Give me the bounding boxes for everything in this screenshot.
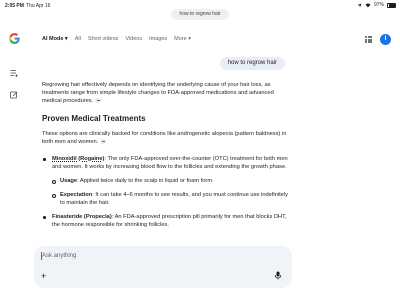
section-heading: Proven Medical Treatments: [42, 114, 146, 123]
mic-icon[interactable]: [274, 271, 282, 280]
list-item: Finasteride (Propecia): An FDA-approved …: [42, 213, 292, 229]
new-chat-icon[interactable]: [9, 90, 19, 100]
citation-link-icon[interactable]: [100, 139, 107, 144]
plus-icon[interactable]: +: [41, 272, 49, 281]
battery-icon: [387, 2, 396, 8]
history-icon[interactable]: [9, 68, 19, 78]
tab-more[interactable]: More ▾: [174, 36, 191, 42]
status-time: 2:05 PM: [5, 3, 24, 9]
section-intro: These options are clinically backed for …: [42, 131, 287, 145]
google-logo[interactable]: [8, 32, 21, 46]
location-icon: [357, 3, 362, 7]
list-item: Minoxidil (Rogaine): The only FDA-approv…: [42, 155, 292, 207]
avatar[interactable]: I: [380, 34, 391, 45]
status-indicators: 97%: [357, 2, 396, 8]
citation-link-icon[interactable]: [95, 98, 102, 103]
apps-grid-icon[interactable]: [365, 36, 372, 43]
tab-videos[interactable]: Videos: [125, 36, 142, 42]
tab-images[interactable]: Images: [149, 36, 167, 42]
item-title: Finasteride (Propecia): [52, 214, 112, 220]
sub-list: Usage: Applied twice daily to the scalp …: [52, 177, 292, 207]
search-tabs: AI Mode ▾ All Short videos Videos Images…: [42, 33, 198, 45]
tab-short-videos[interactable]: Short videos: [88, 36, 119, 42]
battery-percent: 97%: [373, 2, 384, 8]
google-g-icon: [9, 33, 20, 44]
wifi-icon: [365, 3, 371, 7]
ask-input[interactable]: Ask anything: [42, 253, 76, 259]
treatment-list: Minoxidil (Rogaine): The only FDA-approv…: [42, 155, 292, 229]
tab-ai-mode[interactable]: AI Mode ▾: [42, 36, 68, 42]
tab-all[interactable]: All: [75, 36, 81, 42]
answer-intro: Regrowing hair effectively depends on id…: [42, 82, 274, 104]
status-date: Thu Apr 16: [26, 3, 51, 9]
item-title: Minoxidil (Rogaine): [52, 156, 105, 162]
ask-input-box[interactable]: Ask anything +: [34, 246, 292, 288]
sub-list-item: Expectation: It can take 4–6 months to s…: [52, 191, 292, 207]
sub-list-item: Usage: Applied twice daily to the scalp …: [52, 177, 292, 185]
ai-answer: Regrowing hair effectively depends on id…: [42, 81, 292, 235]
user-query-bubble: how to regrow hair: [219, 57, 285, 70]
url-bar[interactable]: how to regrow hair: [171, 9, 229, 20]
